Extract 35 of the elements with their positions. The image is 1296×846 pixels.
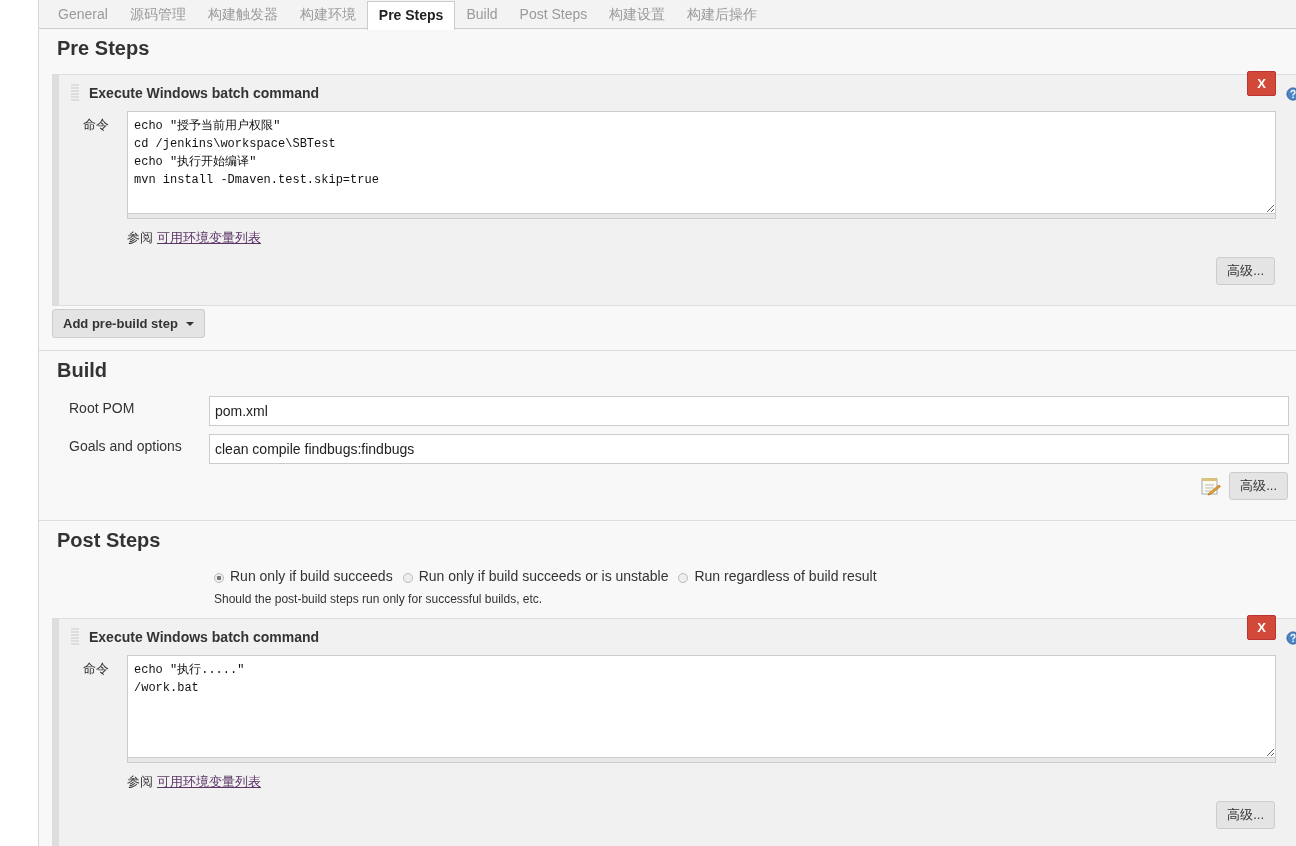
text-field[interactable]: clean compile findbugs:findbugs: [209, 434, 1289, 464]
text-field[interactable]: pom.xml: [209, 396, 1289, 426]
section-title: Build: [56, 358, 108, 383]
tab[interactable]: Pre Steps: [366, 1, 456, 30]
field-label: 命令: [83, 660, 110, 678]
add-step-button[interactable]: Add pre-build step: [52, 309, 205, 338]
radio-button[interactable]: [678, 573, 689, 583]
delete-button[interactable]: X: [1247, 615, 1276, 640]
env-vars-link[interactable]: 可用环境变量列表: [157, 230, 261, 245]
step-title: Execute Windows batch command: [89, 629, 320, 645]
advanced-button[interactable]: 高级...: [1216, 801, 1275, 829]
radio-label[interactable]: Run regardless of build result: [694, 568, 877, 584]
field-label: 命令: [83, 116, 110, 134]
see-also-text: 参阅: [127, 230, 153, 245]
field-label: Goals and options: [68, 437, 183, 454]
step-title: Execute Windows batch command: [89, 85, 320, 101]
hint-text: Should the post-build steps run only for successful builds, etc.: [213, 591, 544, 608]
env-vars-link[interactable]: 可用环境变量列表: [157, 774, 261, 789]
radio-button[interactable]: [214, 573, 224, 583]
command-field[interactable]: echo ″授予当前用户权限″ cd /jenkins\workspace\SBTest echo ″执行开始编译″ mvn install -Dmaven.test.skip=true: [127, 111, 1276, 214]
section-title: Post Steps: [56, 528, 162, 553]
radio-label[interactable]: Run only if build succeeds: [230, 568, 393, 584]
help-icon[interactable]: [1286, 87, 1296, 101]
notepad-pencil-icon[interactable]: [1201, 476, 1222, 496]
radio-label[interactable]: Run only if build succeeds or is unstable: [418, 568, 669, 584]
command-field[interactable]: echo ″执行.....″ /work.bat: [127, 655, 1276, 758]
field-label: Root POM: [68, 399, 136, 416]
advanced-button[interactable]: 高级...: [1229, 472, 1288, 500]
radio-button[interactable]: [402, 573, 413, 583]
help-icon[interactable]: [1286, 631, 1296, 645]
see-also-text: 参阅: [127, 774, 153, 789]
delete-button[interactable]: X: [1247, 71, 1276, 96]
caret-icon: [185, 321, 194, 326]
section-title: Pre Steps: [56, 36, 151, 61]
advanced-button[interactable]: 高级...: [1216, 257, 1275, 285]
